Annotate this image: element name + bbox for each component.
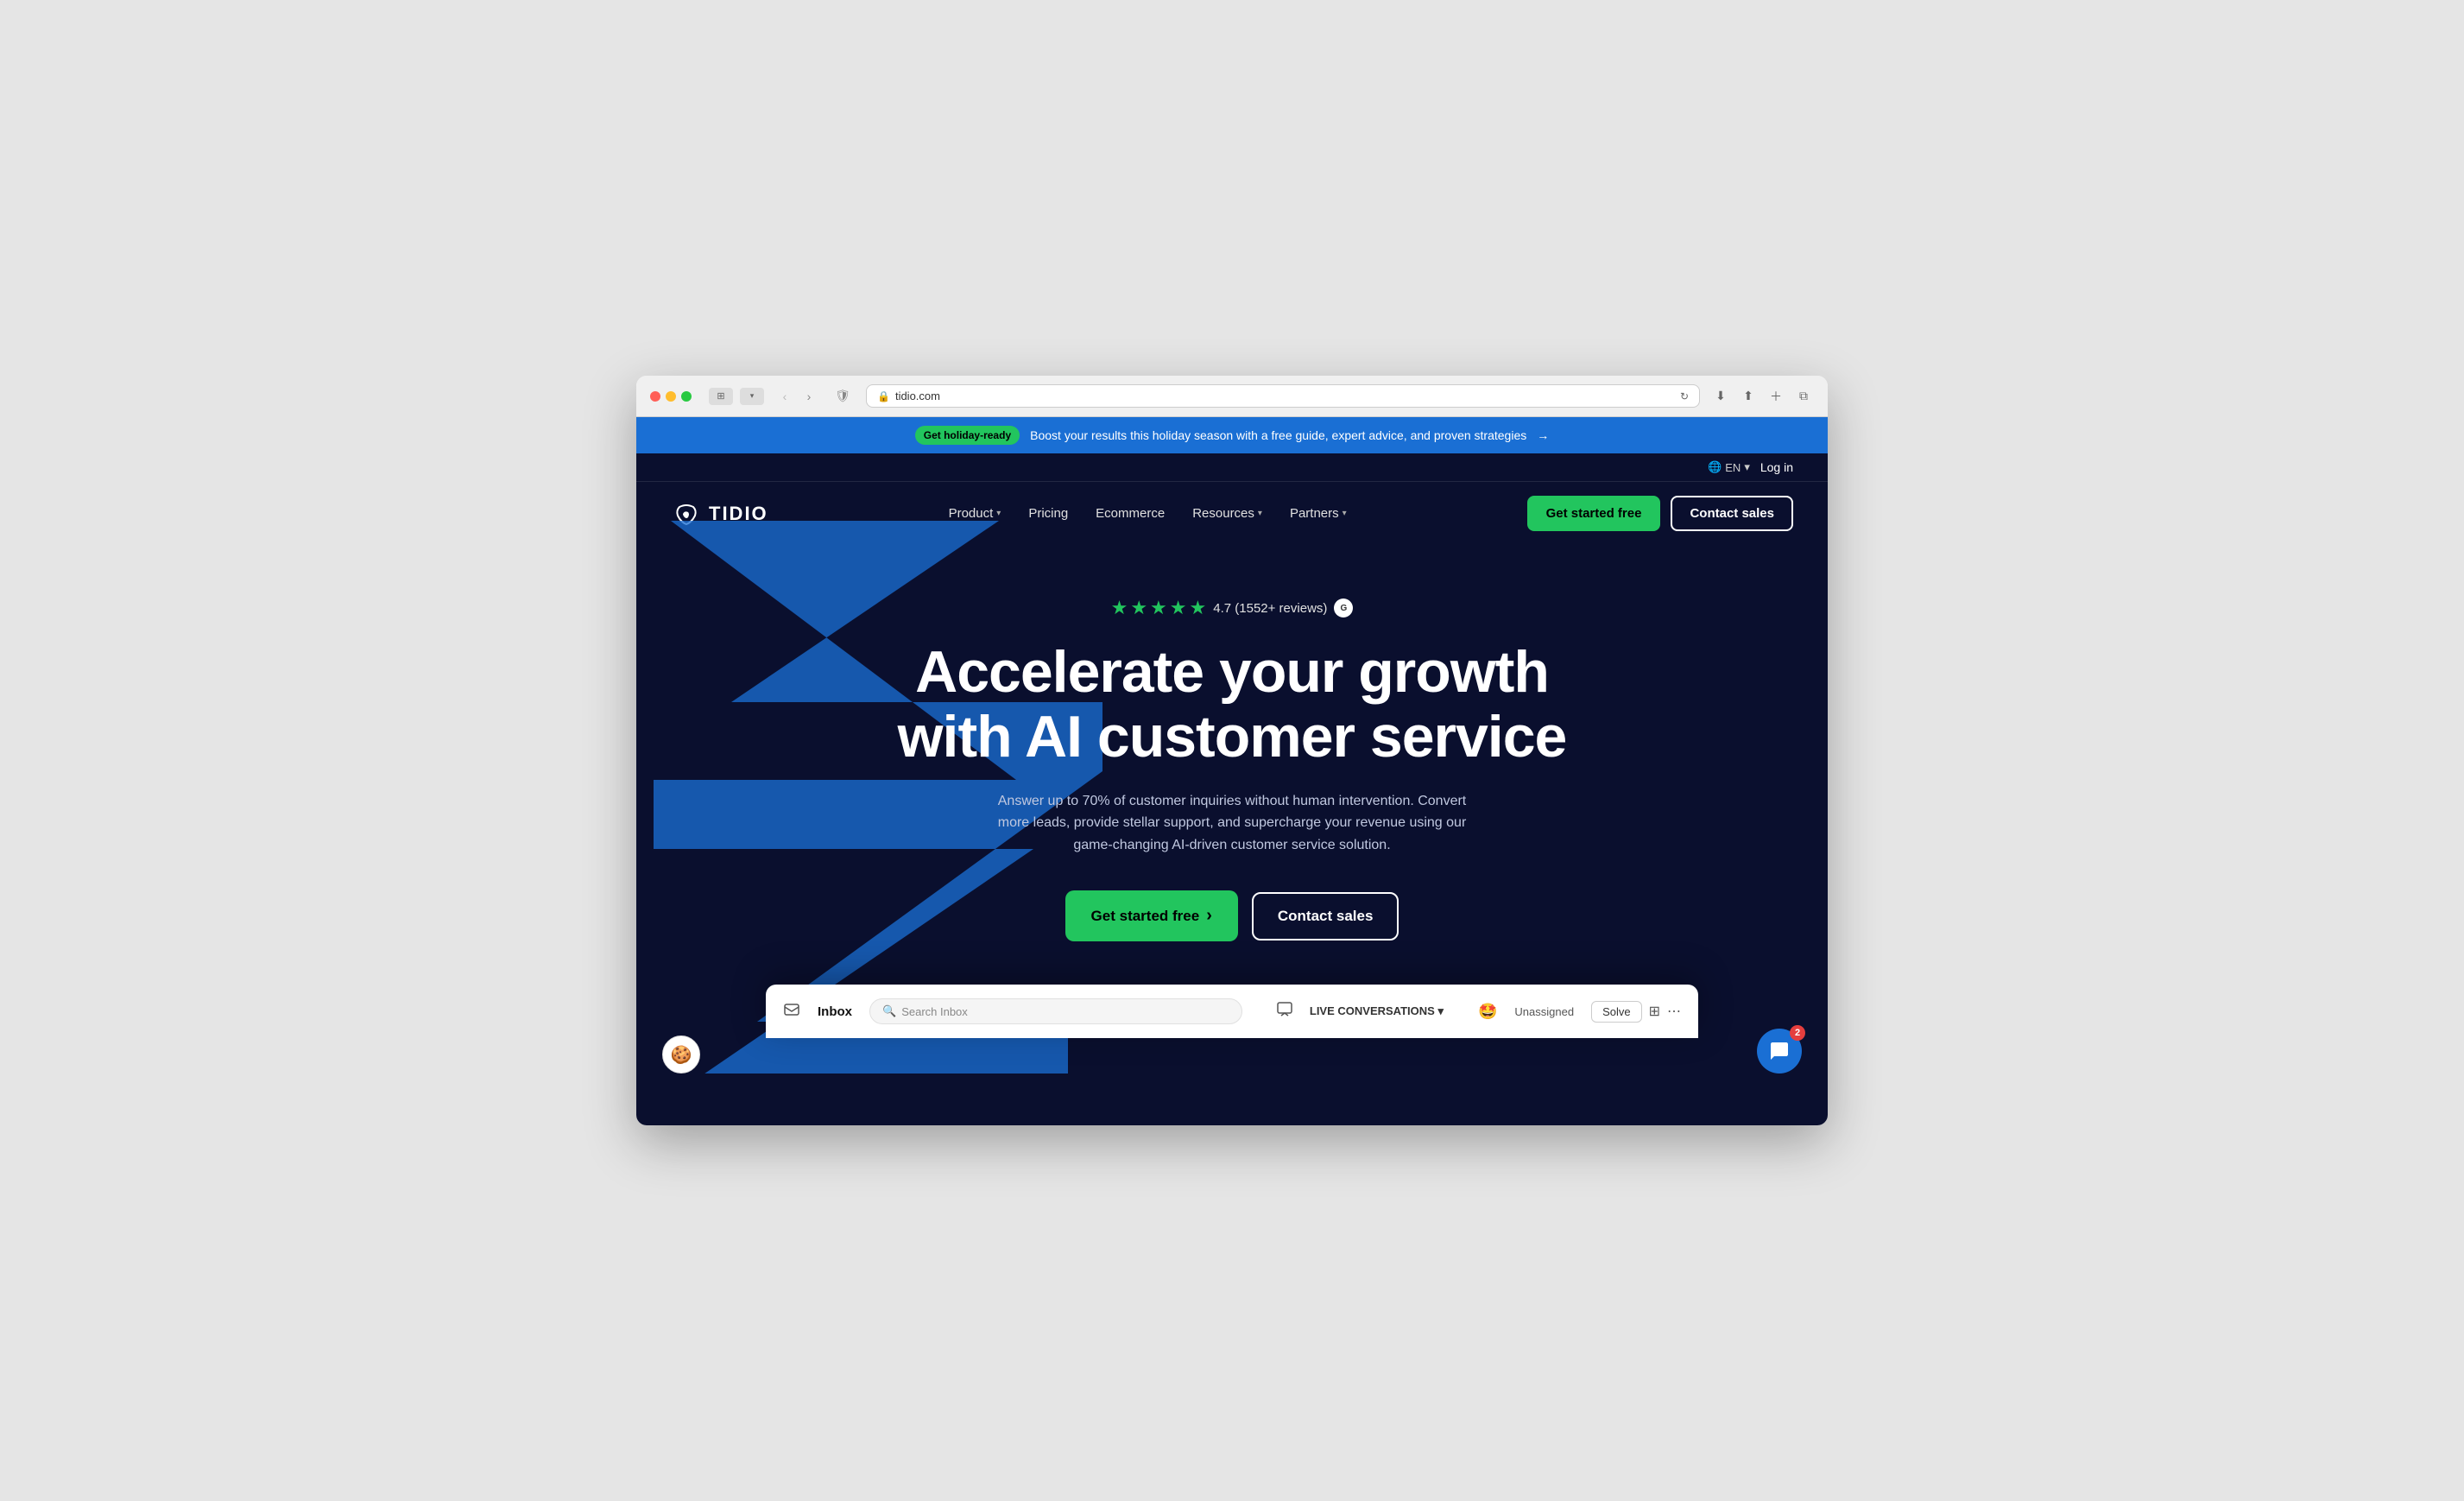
search-placeholder: Search Inbox [901, 1005, 968, 1018]
download-button[interactable]: ⬇ [1710, 386, 1731, 407]
lock-icon: 🔒 [877, 390, 890, 402]
hero-section: ★ ★ ★ ★ ★ 4.7 (1552+ reviews) G Accelera… [636, 545, 1828, 941]
star-2: ★ [1130, 597, 1147, 619]
get-started-hero-label: Get started free [1091, 908, 1200, 925]
browser-nav: ‹ › [774, 386, 819, 407]
nav-actions: Get started free Contact sales [1527, 496, 1793, 531]
language-label: EN [1725, 461, 1741, 474]
capterra-icon: G [1334, 598, 1353, 618]
stars-row: ★ ★ ★ ★ ★ 4.7 (1552+ reviews) G [671, 597, 1793, 619]
announcement-arrow: → [1537, 428, 1549, 442]
nav-partners-label: Partners [1290, 506, 1339, 521]
emoji-icon: 🤩 [1478, 1003, 1497, 1021]
browser-window: ⊞ ▾ ‹ › 🛡 🔒 tidio.com ↻ ⬇ ⬆ ＋ ⧉ Get holi… [636, 376, 1828, 1125]
nav-item-partners[interactable]: Partners ▾ [1279, 499, 1357, 528]
chevron-down-icon: ▾ [1744, 460, 1750, 474]
reload-button[interactable]: ↻ [1680, 390, 1689, 402]
arrow-icon: › [1206, 906, 1212, 926]
contact-sales-hero-button[interactable]: Contact sales [1252, 892, 1399, 940]
share-button[interactable]: ⬆ [1738, 386, 1759, 407]
page-content: Get holiday-ready Boost your results thi… [636, 417, 1828, 1125]
nav-item-resources[interactable]: Resources ▾ [1182, 499, 1273, 528]
hero-subtitle: Answer up to 70% of customer inquiries w… [990, 790, 1474, 857]
star-5: ★ [1190, 597, 1207, 619]
tab-toggle-button[interactable]: ▾ [740, 388, 764, 405]
chevron-down-icon: ▾ [1258, 509, 1262, 518]
star-1: ★ [1111, 597, 1128, 619]
holiday-badge[interactable]: Get holiday-ready [915, 426, 1020, 445]
tab-switcher-button[interactable]: ⊞ [709, 388, 733, 405]
star-3: ★ [1150, 597, 1167, 619]
inbox-conversations-label: LIVE CONVERSATIONS ▾ [1310, 1004, 1444, 1018]
grid-view-button[interactable]: ⊞ [1649, 1003, 1660, 1020]
login-link[interactable]: Log in [1760, 460, 1793, 474]
inbox-unassigned-label: Unassigned [1514, 1005, 1574, 1018]
language-selector[interactable]: 🌐 EN ▾ [1708, 460, 1750, 474]
shield-icon: 🛡 [830, 386, 856, 407]
browser-controls: ⊞ ▾ [709, 388, 764, 405]
address-bar[interactable]: 🔒 tidio.com ↻ [866, 384, 1700, 408]
conversations-icon [1277, 1002, 1292, 1022]
globe-icon: 🌐 [1708, 460, 1722, 474]
inbox-actions: Solve ⊞ ⋯ [1591, 1001, 1681, 1023]
browser-dots [650, 391, 692, 402]
chevron-down-icon: ▾ [1343, 509, 1347, 518]
utility-bar: 🌐 EN ▾ Log in [636, 453, 1828, 482]
browser-chrome: ⊞ ▾ ‹ › 🛡 🔒 tidio.com ↻ ⬇ ⬆ ＋ ⧉ [636, 376, 1828, 417]
inbox-icon [783, 1001, 800, 1023]
inbox-search[interactable]: 🔍 Search Inbox [869, 998, 1242, 1024]
new-tab-button[interactable]: ＋ [1766, 386, 1786, 407]
hero-buttons: Get started free › Contact sales [671, 890, 1793, 941]
get-started-nav-button[interactable]: Get started free [1527, 496, 1661, 531]
back-button[interactable]: ‹ [774, 386, 795, 407]
inbox-preview: Inbox 🔍 Search Inbox LIVE CONVERSATIONS … [766, 985, 1698, 1038]
maximize-dot[interactable] [681, 391, 692, 402]
minimize-dot[interactable] [666, 391, 676, 402]
more-options-button[interactable]: ⋯ [1667, 1003, 1681, 1020]
get-started-hero-button[interactable]: Get started free › [1065, 890, 1238, 941]
review-score: 4.7 (1552+ reviews) [1213, 601, 1327, 616]
tab-overview-button[interactable]: ⧉ [1793, 386, 1814, 407]
star-rating: ★ ★ ★ ★ ★ [1111, 597, 1207, 619]
chat-icon [1769, 1041, 1790, 1061]
cookie-widget[interactable]: 🍪 [662, 1036, 700, 1074]
chevron-icon: ▾ [1437, 1004, 1444, 1017]
url-text: tidio.com [895, 390, 940, 402]
hero-title-line1: Accelerate your growth [915, 639, 1549, 705]
announcement-bar[interactable]: Get holiday-ready Boost your results thi… [636, 417, 1828, 453]
hero-title-line2: with AI customer service [898, 704, 1567, 770]
search-icon: 🔍 [882, 1004, 896, 1018]
announcement-text: Boost your results this holiday season w… [1030, 428, 1526, 442]
cookie-icon: 🍪 [671, 1044, 692, 1066]
inbox-title: Inbox [818, 1004, 852, 1019]
nav-resources-label: Resources [1192, 506, 1254, 521]
close-dot[interactable] [650, 391, 660, 402]
contact-sales-nav-button[interactable]: Contact sales [1671, 496, 1793, 531]
solve-button[interactable]: Solve [1591, 1001, 1642, 1023]
chat-badge: 2 [1790, 1025, 1805, 1041]
star-4: ★ [1170, 597, 1187, 619]
chat-widget[interactable]: 2 [1757, 1029, 1802, 1074]
hero-title: Accelerate your growth with AI customer … [887, 640, 1577, 770]
forward-button[interactable]: › [799, 386, 819, 407]
browser-right-controls: ⬇ ⬆ ＋ ⧉ [1710, 386, 1814, 407]
